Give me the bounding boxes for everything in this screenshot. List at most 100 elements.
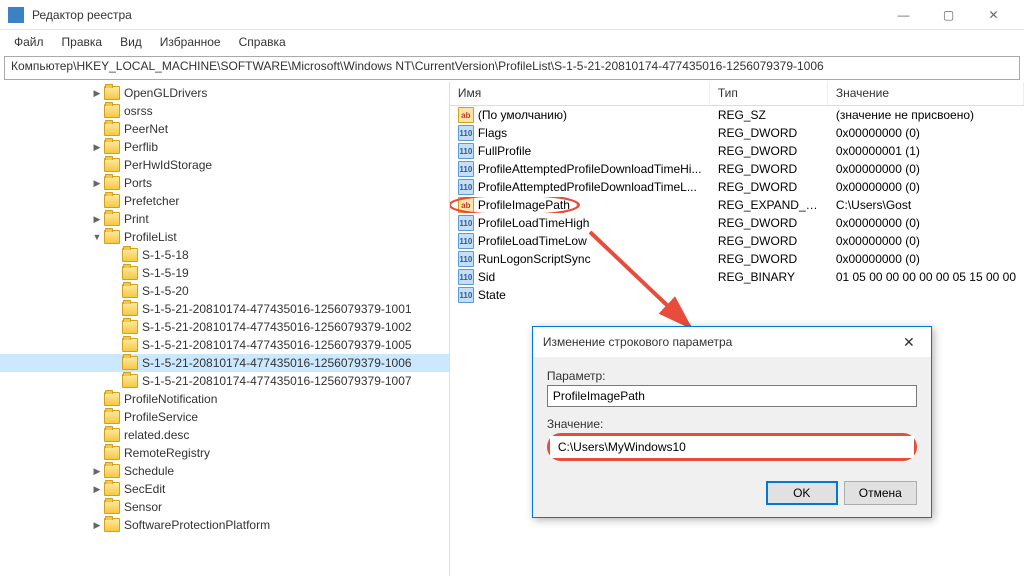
- col-name[interactable]: Имя: [450, 82, 710, 105]
- tree-label: S-1-5-21-20810174-477435016-1256079379-1…: [142, 320, 412, 334]
- menu-view[interactable]: Вид: [112, 33, 150, 51]
- tree-twist-icon[interactable]: ▶: [90, 466, 104, 477]
- binary-value-icon: 110: [458, 179, 474, 195]
- col-value[interactable]: Значение: [828, 82, 1024, 105]
- col-type[interactable]: Тип: [710, 82, 828, 105]
- tree-item[interactable]: ▶ OpenGLDrivers: [0, 84, 449, 102]
- tree-twist-icon[interactable]: ▼: [90, 232, 104, 242]
- app-icon: [8, 7, 24, 23]
- value-type: REG_BINARY: [710, 270, 828, 284]
- value-row[interactable]: 110 ProfileAttemptedProfileDownloadTimeL.…: [450, 178, 1024, 196]
- param-input[interactable]: [547, 385, 917, 407]
- tree-item[interactable]: ▶ Print: [0, 210, 449, 228]
- binary-value-icon: 110: [458, 269, 474, 285]
- value-row[interactable]: 110ProfileLoadTimeHighREG_DWORD0x0000000…: [450, 214, 1024, 232]
- tree-item[interactable]: ▶ SoftwareProtectionPlatform: [0, 516, 449, 534]
- value-row[interactable]: 110FlagsREG_DWORD0x00000000 (0): [450, 124, 1024, 142]
- binary-value-icon: 110: [458, 125, 474, 141]
- value-name: ProfileAttemptedProfileDownloadTimeL...: [478, 180, 697, 194]
- menu-edit[interactable]: Правка: [54, 33, 111, 51]
- window-title: Редактор реестра: [32, 8, 881, 22]
- tree-item[interactable]: S-1-5-19: [0, 264, 449, 282]
- value-row[interactable]: 110RunLogonScriptSyncREG_DWORD0x00000000…: [450, 250, 1024, 268]
- tree-label: SecEdit: [124, 482, 165, 496]
- folder-icon: [104, 158, 120, 172]
- menu-favorites[interactable]: Избранное: [152, 33, 229, 51]
- tree-label: SoftwareProtectionPlatform: [124, 518, 270, 532]
- value-row[interactable]: abProfileImagePathREG_EXPAND_SZC:\Users\…: [450, 196, 1024, 214]
- folder-icon: [104, 194, 120, 208]
- binary-value-icon: 110: [458, 215, 474, 231]
- tree-item[interactable]: ▼ProfileList: [0, 228, 449, 246]
- value-data: 0x00000000 (0): [828, 216, 1024, 230]
- value-row[interactable]: 110ProfileAttemptedProfileDownloadTimeHi…: [450, 160, 1024, 178]
- tree-twist-icon[interactable]: ▶: [90, 88, 104, 99]
- folder-icon: [122, 338, 138, 352]
- tree-label: ProfileNotification: [124, 392, 217, 406]
- value-data: 0x00000000 (0): [828, 162, 1024, 176]
- folder-icon: [122, 356, 138, 370]
- tree-label: S-1-5-21-20810174-477435016-1256079379-1…: [142, 338, 412, 352]
- tree-item[interactable]: Sensor: [0, 498, 449, 516]
- value-row[interactable]: 110FullProfileREG_DWORD0x00000001 (1): [450, 142, 1024, 160]
- tree-twist-icon[interactable]: ▶: [90, 520, 104, 531]
- folder-icon: [104, 392, 120, 406]
- tree-item[interactable]: related.desc: [0, 426, 449, 444]
- folder-icon: [104, 428, 120, 442]
- close-button[interactable]: ✕: [971, 0, 1016, 30]
- tree-item[interactable]: ProfileNotification: [0, 390, 449, 408]
- tree-item[interactable]: ▶ SecEdit: [0, 480, 449, 498]
- tree-item[interactable]: S-1-5-18: [0, 246, 449, 264]
- minimize-button[interactable]: —: [881, 0, 926, 30]
- tree-item[interactable]: ProfileService: [0, 408, 449, 426]
- menu-file[interactable]: Файл: [6, 33, 52, 51]
- tree-twist-icon[interactable]: ▶: [90, 484, 104, 495]
- tree-item[interactable]: ▶Schedule: [0, 462, 449, 480]
- tree-label: osrss: [124, 104, 153, 118]
- value-input[interactable]: [550, 436, 914, 458]
- tree-pane[interactable]: ▶ OpenGLDrivers osrss PeerNet▶PerflibPerHwI…: [0, 82, 450, 576]
- tree-label: S-1-5-20: [142, 284, 189, 298]
- folder-icon: [122, 302, 138, 316]
- tree-item[interactable]: S-1-5-21-20810174-477435016-1256079379-1…: [0, 336, 449, 354]
- list-pane[interactable]: Имя Тип Значение ab(По умолчанию)REG_SZ(…: [450, 82, 1024, 576]
- value-name: Flags: [478, 126, 507, 140]
- value-row[interactable]: 110ProfileLoadTimeLowREG_DWORD0x00000000…: [450, 232, 1024, 250]
- tree-item[interactable]: ▶Ports: [0, 174, 449, 192]
- tree-label: Print: [124, 212, 149, 226]
- value-data: 01 05 00 00 00 00 00 05 15 00 00: [828, 270, 1024, 284]
- tree-label: related.desc: [124, 428, 189, 442]
- menu-help[interactable]: Справка: [231, 33, 294, 51]
- folder-icon: [104, 140, 120, 154]
- tree-item[interactable]: S-1-5-21-20810174-477435016-1256079379-1…: [0, 300, 449, 318]
- value-row[interactable]: 110State: [450, 286, 1024, 304]
- tree-twist-icon[interactable]: ▶: [90, 214, 104, 225]
- maximize-button[interactable]: ▢: [926, 0, 971, 30]
- dialog-close-button[interactable]: ✕: [897, 330, 921, 354]
- folder-icon: [104, 176, 120, 190]
- value-row[interactable]: 110SidREG_BINARY01 05 00 00 00 00 00 05 …: [450, 268, 1024, 286]
- tree-item[interactable]: S-1-5-21-20810174-477435016-1256079379-1…: [0, 318, 449, 336]
- tree-item[interactable]: S-1-5-21-20810174-477435016-1256079379-1…: [0, 354, 449, 372]
- value-name: (По умолчанию): [478, 108, 567, 122]
- tree-label: OpenGLDrivers: [124, 86, 207, 100]
- folder-icon: [104, 122, 120, 136]
- tree-twist-icon[interactable]: ▶: [90, 142, 104, 153]
- ok-button[interactable]: OK: [766, 481, 838, 505]
- tree-item[interactable]: S-1-5-21-20810174-477435016-1256079379-1…: [0, 372, 449, 390]
- value-type: REG_DWORD: [710, 126, 828, 140]
- folder-icon: [104, 518, 120, 532]
- tree-twist-icon[interactable]: ▶: [90, 178, 104, 189]
- value-row[interactable]: ab(По умолчанию)REG_SZ(значение не присв…: [450, 106, 1024, 124]
- cancel-button[interactable]: Отмена: [844, 481, 917, 505]
- tree-item[interactable]: osrss: [0, 102, 449, 120]
- tree-item[interactable]: PeerNet: [0, 120, 449, 138]
- address-bar[interactable]: Компьютер\HKEY_LOCAL_MACHINE\SOFTWARE\Mi…: [4, 56, 1020, 80]
- tree-item[interactable]: RemoteRegistry: [0, 444, 449, 462]
- tree-item[interactable]: ▶Perflib: [0, 138, 449, 156]
- tree-item[interactable]: PerHwIdStorage: [0, 156, 449, 174]
- tree-item[interactable]: Prefetcher: [0, 192, 449, 210]
- tree-item[interactable]: S-1-5-20: [0, 282, 449, 300]
- folder-icon: [104, 446, 120, 460]
- tree-label: S-1-5-21-20810174-477435016-1256079379-1…: [142, 374, 412, 388]
